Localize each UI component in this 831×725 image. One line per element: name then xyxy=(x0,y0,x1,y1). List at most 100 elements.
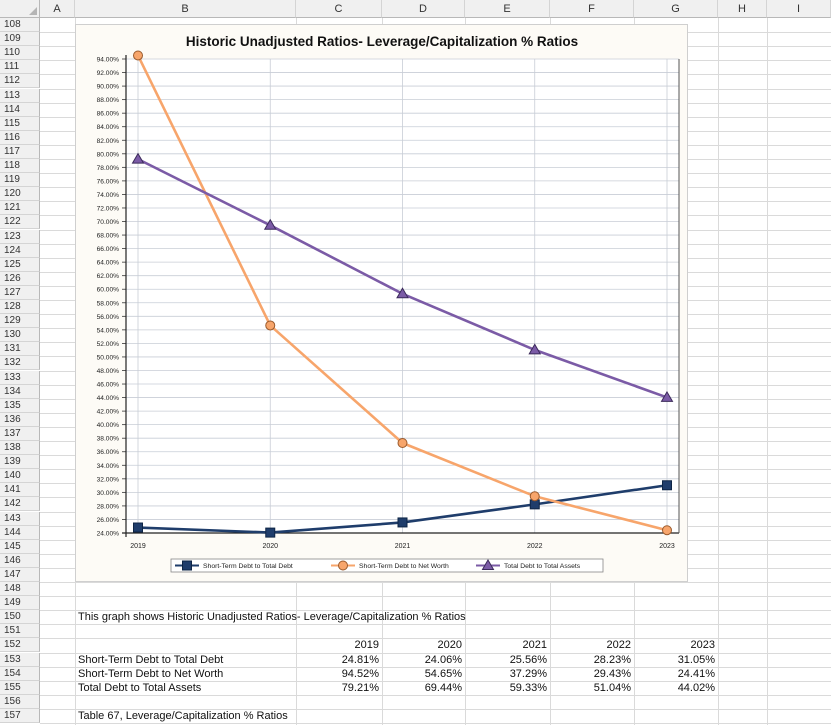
y-tick-label: 90.00% xyxy=(97,84,120,91)
row-header[interactable]: 145 xyxy=(0,540,40,554)
y-tick-label: 54.00% xyxy=(97,327,120,334)
x-tick-label: 2020 xyxy=(262,543,278,550)
row-header[interactable]: 109 xyxy=(0,32,40,46)
table-cell-value: 51.04% xyxy=(593,681,631,694)
y-tick-label: 66.00% xyxy=(97,246,120,253)
column-header-H[interactable]: H xyxy=(718,0,767,18)
y-tick-label: 74.00% xyxy=(97,192,120,199)
y-tick-label: 88.00% xyxy=(97,97,120,104)
y-tick-label: 68.00% xyxy=(97,233,120,240)
row-header[interactable]: 117 xyxy=(0,145,40,159)
row-header[interactable]: 130 xyxy=(0,328,40,342)
row-header[interactable]: 108 xyxy=(0,18,40,32)
table-cell-value: 79.21% xyxy=(341,681,379,694)
row-header[interactable]: 125 xyxy=(0,258,40,272)
y-tick-label: 52.00% xyxy=(97,341,120,348)
row-header[interactable]: 146 xyxy=(0,554,40,568)
row-header[interactable]: 140 xyxy=(0,469,40,483)
row-header[interactable]: 143 xyxy=(0,512,40,526)
y-tick-label: 36.00% xyxy=(97,449,120,456)
column-header-A[interactable]: A xyxy=(40,0,75,18)
table-cell-value: 24.06% xyxy=(424,653,462,666)
y-tick-label: 76.00% xyxy=(97,178,120,185)
row-header[interactable]: 119 xyxy=(0,173,40,187)
row-header[interactable]: 157 xyxy=(0,709,40,723)
row-header[interactable]: 110 xyxy=(0,46,40,60)
legend-marker xyxy=(182,560,192,571)
y-tick-label: 64.00% xyxy=(97,260,120,267)
row-header[interactable]: 113 xyxy=(0,89,40,103)
table-row-label: Short-Term Debt to Net Worth xyxy=(78,667,224,680)
row-header[interactable]: 135 xyxy=(0,399,40,413)
row-header[interactable]: 124 xyxy=(0,244,40,258)
row-header[interactable]: 121 xyxy=(0,201,40,215)
row-header[interactable]: 147 xyxy=(0,568,40,582)
legend-marker xyxy=(338,560,348,571)
x-tick-label: 2023 xyxy=(659,543,675,550)
column-header-F[interactable]: F xyxy=(550,0,634,18)
row-header[interactable]: 131 xyxy=(0,342,40,356)
row-header[interactable]: 118 xyxy=(0,159,40,173)
row-header[interactable]: 129 xyxy=(0,314,40,328)
row-header[interactable]: 114 xyxy=(0,103,40,117)
row-header[interactable]: 153 xyxy=(0,653,40,667)
data-point xyxy=(662,525,672,536)
y-tick-label: 70.00% xyxy=(97,219,120,226)
column-header-E[interactable]: E xyxy=(465,0,550,18)
row-header[interactable]: 154 xyxy=(0,667,40,681)
row-header[interactable]: 155 xyxy=(0,681,40,695)
legend-label: Total Debt to Total Assets xyxy=(504,563,581,570)
row-header[interactable]: 133 xyxy=(0,371,40,385)
row-header[interactable]: 149 xyxy=(0,596,40,610)
y-tick-label: 44.00% xyxy=(97,395,120,402)
row-header[interactable]: 156 xyxy=(0,695,40,709)
row-header[interactable]: 151 xyxy=(0,624,40,638)
row-header[interactable]: 122 xyxy=(0,215,40,229)
row-header[interactable]: 148 xyxy=(0,582,40,596)
line-chart[interactable]: Historic Unadjusted Ratios- Leverage/Cap… xyxy=(75,24,688,582)
row-header[interactable]: 142 xyxy=(0,497,40,511)
row-header[interactable]: 120 xyxy=(0,187,40,201)
data-point xyxy=(133,522,143,533)
select-all-corner[interactable] xyxy=(0,0,40,18)
data-point xyxy=(265,527,276,538)
table-cell-value: 37.29% xyxy=(509,667,547,680)
row-header[interactable]: 116 xyxy=(0,131,40,145)
column-header-I[interactable]: I xyxy=(767,0,831,18)
row-header[interactable]: 126 xyxy=(0,272,40,286)
row-header[interactable]: 128 xyxy=(0,300,40,314)
column-header-B[interactable]: B xyxy=(75,0,296,18)
row-header[interactable]: 112 xyxy=(0,74,40,88)
row-header[interactable]: 139 xyxy=(0,455,40,469)
y-tick-label: 26.00% xyxy=(97,517,120,524)
row-header[interactable]: 111 xyxy=(0,60,40,74)
y-tick-label: 56.00% xyxy=(97,314,120,321)
y-tick-label: 82.00% xyxy=(97,138,120,145)
row-header[interactable]: 137 xyxy=(0,427,40,441)
table-row-label: Total Debt to Total Assets xyxy=(78,681,202,694)
y-tick-label: 40.00% xyxy=(97,422,120,429)
row-header[interactable]: 123 xyxy=(0,230,40,244)
y-tick-label: 42.00% xyxy=(97,409,120,416)
y-tick-label: 94.00% xyxy=(97,57,120,64)
column-header-C[interactable]: C xyxy=(296,0,382,18)
row-header[interactable]: 132 xyxy=(0,356,40,370)
row-header[interactable]: 138 xyxy=(0,441,40,455)
row-header[interactable]: 144 xyxy=(0,526,40,540)
table-cell-value: 69.44% xyxy=(424,681,462,694)
column-header-G[interactable]: G xyxy=(634,0,718,18)
y-tick-label: 80.00% xyxy=(97,151,120,158)
chart-description: This graph shows Historic Unadjusted Rat… xyxy=(78,611,466,624)
row-header[interactable]: 150 xyxy=(0,610,40,624)
column-header-D[interactable]: D xyxy=(382,0,465,18)
row-header[interactable]: 127 xyxy=(0,286,40,300)
chart-title: Historic Unadjusted Ratios- Leverage/Cap… xyxy=(186,34,578,49)
row-header[interactable]: 134 xyxy=(0,385,40,399)
row-header[interactable]: 115 xyxy=(0,117,40,131)
table-cell-value: 94.52% xyxy=(341,667,379,680)
y-tick-label: 72.00% xyxy=(97,205,120,212)
row-header[interactable]: 152 xyxy=(0,638,40,652)
row-header[interactable]: 136 xyxy=(0,413,40,427)
y-tick-label: 30.00% xyxy=(97,490,120,497)
row-header[interactable]: 141 xyxy=(0,483,40,497)
